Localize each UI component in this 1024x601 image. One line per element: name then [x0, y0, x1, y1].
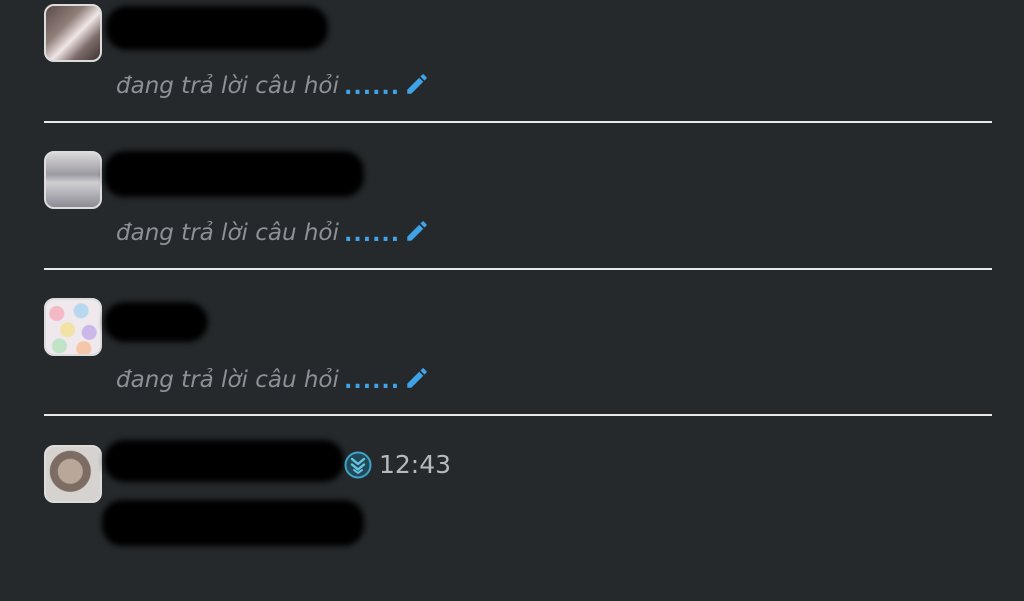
typing-status-text: đang trả lời câu hỏi — [116, 73, 339, 99]
pencil-icon — [407, 221, 427, 241]
redacted-message-content — [102, 500, 364, 546]
pencil-icon — [407, 74, 427, 94]
typing-status-text: đang trả lời câu hỏi — [116, 220, 339, 246]
user-avatar[interactable] — [44, 298, 102, 356]
rank-chevron-badge-icon — [344, 451, 372, 479]
redacted-username — [104, 302, 208, 342]
typing-dots: ...... — [344, 222, 401, 247]
redacted-username — [106, 6, 328, 50]
typing-status-text: đang trả lời câu hỏi — [116, 367, 339, 393]
typing-dots: ...... — [344, 75, 401, 100]
divider — [44, 121, 992, 123]
pencil-icon — [407, 368, 427, 388]
user-avatar[interactable] — [44, 151, 102, 209]
user-avatar[interactable] — [44, 4, 102, 62]
user-avatar[interactable] — [44, 445, 102, 503]
redacted-username — [104, 151, 364, 197]
redacted-username — [104, 440, 344, 482]
divider — [44, 414, 992, 416]
message-timestamp: 12:43 — [379, 450, 452, 479]
divider — [44, 268, 992, 270]
typing-dots: ...... — [344, 369, 401, 394]
